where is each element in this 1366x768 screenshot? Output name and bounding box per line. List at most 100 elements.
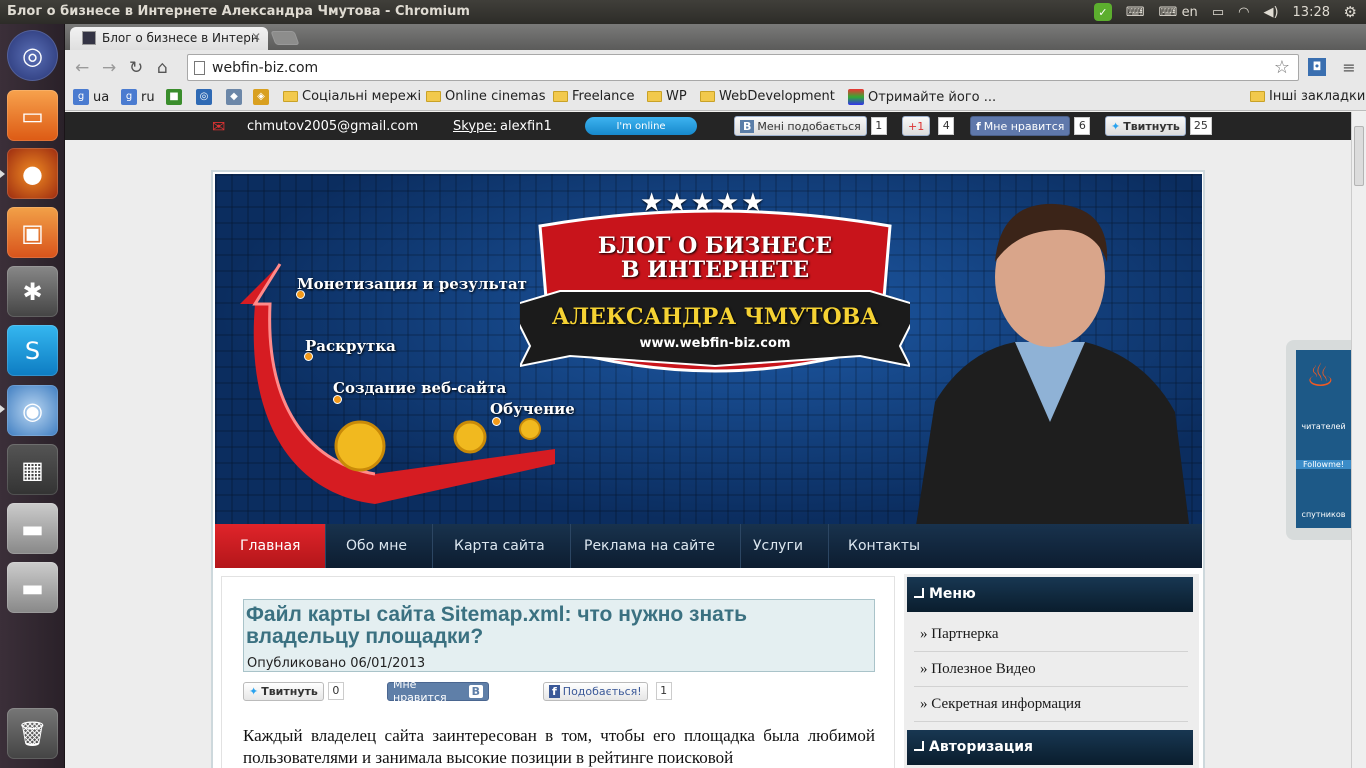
reload-icon[interactable]: ↻ xyxy=(129,58,143,78)
nav-sitemap[interactable]: Карта сайта xyxy=(429,524,571,568)
dash-home-icon[interactable]: ◎ xyxy=(7,30,58,81)
bookmark-icon-only[interactable]: ◈ xyxy=(253,89,269,105)
sidebar-item-label: Секретная информация xyxy=(931,696,1081,712)
site-header[interactable]: Монетизация и результат Раскрутка Создан… xyxy=(215,174,1202,524)
forward-icon[interactable]: → xyxy=(102,58,116,78)
clock[interactable]: 13:28 xyxy=(1293,5,1330,20)
chromium-icon[interactable]: ◉ xyxy=(7,385,58,436)
fb-like-button[interactable]: f Мне нравится xyxy=(970,116,1071,136)
tweet-button[interactable]: ✦ Твитнуть xyxy=(243,681,324,701)
keyboard-layout-indicator[interactable]: ⌨ en xyxy=(1159,5,1198,20)
vk-like-count: 1 xyxy=(870,117,887,135)
site-icon: ■ xyxy=(166,89,182,105)
bookmark-label: Соціальні мережі xyxy=(302,89,422,104)
skype-user[interactable]: alexfin1 xyxy=(500,116,552,136)
volume-icon[interactable]: ◀) xyxy=(1263,5,1278,20)
new-tab-button[interactable] xyxy=(270,31,300,45)
gplus-count: 4 xyxy=(938,117,955,135)
wifi-icon[interactable]: ◠ xyxy=(1238,5,1249,20)
other-bookmarks[interactable]: Інші закладки xyxy=(1250,89,1365,104)
nav-home[interactable]: Главная xyxy=(215,524,327,568)
drive-icon[interactable]: ▬ xyxy=(7,503,58,554)
bookmark-star-icon[interactable]: ☆ xyxy=(1274,57,1290,78)
gplus-button[interactable]: +1 xyxy=(902,116,931,136)
sidebar-item-video[interactable]: » Полезное Видео xyxy=(914,652,1188,687)
address-bar[interactable]: webfin-biz.com ☆ xyxy=(187,54,1299,81)
software-center-icon[interactable]: ▣ xyxy=(7,207,58,258)
bookmark-folder-wp[interactable]: WP xyxy=(647,89,687,104)
bookmark-folder-social[interactable]: Соціальні мережі xyxy=(283,89,421,104)
followme-badge[interactable]: Followme! xyxy=(1296,460,1351,469)
vk-share[interactable]: Мне нравится B xyxy=(387,678,489,704)
nav-contacts[interactable]: Контакты xyxy=(823,524,945,568)
back-icon[interactable]: ← xyxy=(75,58,89,78)
facebook-icon: f xyxy=(976,119,981,133)
email-link[interactable]: chmutov2005@gmail.com xyxy=(247,116,418,136)
tweet-label: Твитнуть xyxy=(1123,119,1180,133)
web-page: ✉ chmutov2005@gmail.com Skype: alexfin1 … xyxy=(65,112,1351,768)
site-icon: ◎ xyxy=(196,89,212,105)
bookmark-icon-only[interactable]: ◆ xyxy=(226,89,242,105)
home-icon[interactable]: ⌂ xyxy=(157,58,168,78)
files-icon[interactable]: ▭ xyxy=(7,90,58,141)
skype-status-text: I'm online xyxy=(616,120,666,132)
trash-icon[interactable]: 🗑 xyxy=(7,708,58,759)
post-title[interactable]: Файл карты сайта Sitemap.xml: что нужно … xyxy=(246,604,866,648)
bookmark-label: Freelance xyxy=(572,89,635,104)
apps-icon xyxy=(848,89,864,105)
sidebar-item-partner[interactable]: » Партнерка xyxy=(914,617,1188,652)
folder-icon xyxy=(1250,91,1265,102)
settings-icon[interactable]: ✱ xyxy=(7,266,58,317)
bookmark-get-it[interactable]: Отримайте його ... xyxy=(848,89,996,105)
vk-like-widget[interactable]: B Мені подобається 1 xyxy=(734,116,887,136)
bookmark-google-ru[interactable]: g ru xyxy=(121,89,155,105)
scrollbar-thumb[interactable] xyxy=(1354,126,1364,186)
keyboard-layout-icon: ⌨ xyxy=(1158,4,1178,20)
tweet-widget[interactable]: ✦ Твитнуть 25 xyxy=(1105,116,1212,136)
extension-icon[interactable]: ◘ xyxy=(1308,58,1326,76)
fb-like-button[interactable]: f Подобається! xyxy=(543,681,648,701)
stage-label: Создание веб-сайта xyxy=(333,379,507,397)
bookmark-folder-webdev[interactable]: WebDevelopment xyxy=(700,89,835,104)
vk-like-button[interactable]: Мне нравится B xyxy=(387,678,489,704)
skype-label: Skype: xyxy=(453,118,497,134)
power-icon[interactable]: ⚙ xyxy=(1344,3,1357,21)
menu-icon[interactable]: ≡ xyxy=(1340,58,1358,77)
firefox-icon[interactable]: ● xyxy=(7,148,58,199)
nav-about[interactable]: Обо мне xyxy=(321,524,433,568)
browser-tab[interactable]: Блог о бизнесе в Интерн ✕ xyxy=(70,27,268,50)
bookmark-icon-only[interactable]: ■ xyxy=(166,89,182,105)
vk-icon: B xyxy=(468,684,483,698)
blog-logo-banner: ★★★★★ БЛОГ О БИЗНЕСЕ В ИНТЕРНЕТЕ АЛЕКСАН… xyxy=(520,188,910,380)
feed-widget[interactable]: ♨ читателей Followme! спутников xyxy=(1286,340,1351,540)
main-navigation: Главная Обо мне Карта сайта Реклама на с… xyxy=(215,524,1202,568)
bookmark-icon-only[interactable]: ◎ xyxy=(196,89,212,105)
update-icon[interactable]: ✓ xyxy=(1093,3,1112,21)
banner-line2: В ИНТЕРНЕТЕ xyxy=(620,257,810,283)
sidebar-item-secret[interactable]: » Секретная информация xyxy=(914,687,1188,722)
tweet-button[interactable]: ✦ Твитнуть xyxy=(1105,116,1186,136)
running-indicator xyxy=(0,405,5,413)
gmail-icon: ✉ xyxy=(212,116,226,136)
workspace-switcher-icon[interactable]: ▦ xyxy=(7,444,58,495)
bookmark-folder-cinemas[interactable]: Online cinemas xyxy=(426,89,545,104)
keyboard-icon[interactable]: ⌨ xyxy=(1126,5,1145,20)
bookmark-google-ua[interactable]: g ua xyxy=(73,89,109,105)
skype-icon[interactable]: S xyxy=(7,325,58,376)
close-tab-icon[interactable]: ✕ xyxy=(251,30,261,44)
bookmark-label: Інші закладки xyxy=(1269,89,1366,104)
gplus-widget[interactable]: +1 4 xyxy=(902,116,955,136)
battery-icon[interactable]: ▭ xyxy=(1212,5,1224,20)
vk-like-button[interactable]: B Мені подобається xyxy=(734,116,867,136)
page-scrollbar[interactable] xyxy=(1351,112,1366,768)
fb-share[interactable]: f Подобається! 1 xyxy=(543,681,672,701)
nav-advertising[interactable]: Реклама на сайте xyxy=(559,524,741,568)
drive-icon[interactable]: ▬ xyxy=(7,562,58,613)
skype-status-button[interactable]: I'm online xyxy=(585,117,697,135)
bookmark-label: Отримайте його ... xyxy=(868,89,997,105)
fb-like-widget[interactable]: f Мне нравится 6 xyxy=(970,116,1091,136)
tweet-share[interactable]: ✦ Твитнуть 0 xyxy=(243,681,344,701)
post-header: Файл карты сайта Sitemap.xml: что нужно … xyxy=(243,599,875,672)
nav-services[interactable]: Услуги xyxy=(728,524,829,568)
bookmark-folder-freelance[interactable]: Freelance xyxy=(553,89,635,104)
